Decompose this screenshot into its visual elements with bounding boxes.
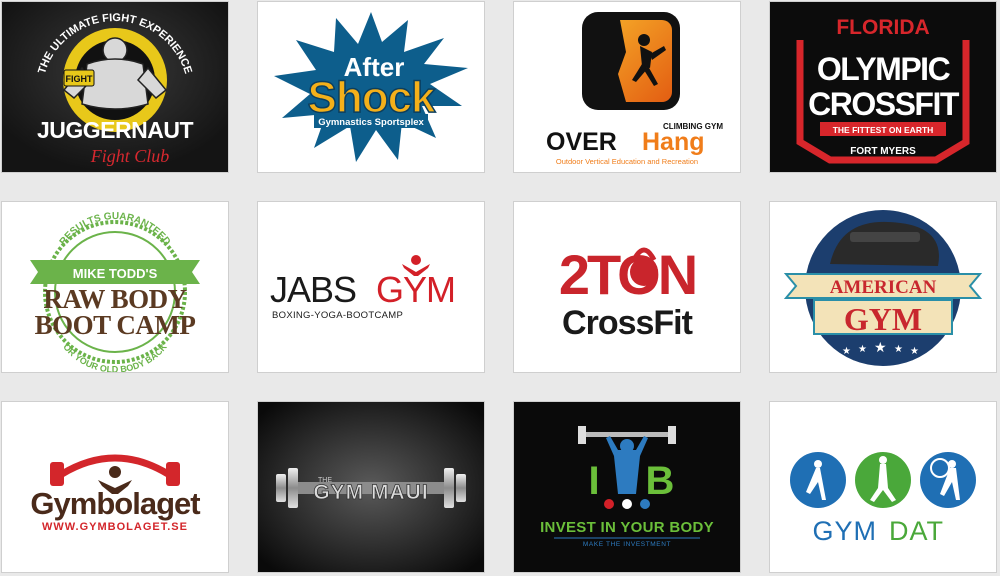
jabsgym-word-1: JABS (270, 269, 356, 310)
american-gym-word-1: AMERICAN (830, 277, 937, 298)
iyb-tagline: MAKE THE INVESTMENT (583, 541, 671, 548)
gym-maui-logo: THE GYM MAUI (258, 402, 484, 572)
iyb-logo: I B INVEST IN YOUR BODY MAKE THE INVESTM… (514, 402, 740, 572)
svg-text:★: ★ (858, 344, 867, 355)
gymbolaget-url: WWW.GYMBOLAGET.SE (42, 521, 188, 533)
juggernaut-badge: FIGHT (66, 74, 93, 84)
gymdat-word-2: DAT (889, 516, 944, 546)
logo-tile-2ton-crossfit[interactable]: 2TON CrossFit (513, 201, 741, 373)
iyb-letter-b: B (646, 459, 675, 503)
iyb-small-icons (604, 499, 650, 509)
jabsgym-tagline: BOXING-YOGA-BOOTCAMP (272, 310, 403, 321)
logo-tile-florida-olympic-crossfit[interactable]: FLORIDA OLYMPIC CROSSFIT THE FITTEST ON … (769, 1, 997, 173)
gymdat-logo: GYM DAT (770, 402, 996, 572)
crossfit-band: THE FITTEST ON EARTH (833, 125, 934, 135)
iyb-letter-i: I (588, 459, 599, 503)
logo-tile-gymbolaget[interactable]: Gymbolaget WWW.GYMBOLAGET.SE (1, 401, 229, 573)
svg-text:★: ★ (894, 344, 903, 355)
overhang-word-1: OVER (546, 128, 617, 156)
aftershock-tagline: Gymnastics Sportsplex (318, 117, 424, 128)
logo-tile-juggernaut[interactable]: THE ULTIMATE FIGHT EXPERIENCE FIGHT JUGG… (1, 1, 229, 173)
iyb-title: INVEST IN YOUR BODY (540, 519, 714, 536)
gymnast-circle-2 (855, 452, 911, 508)
gymnast-circle-1 (790, 452, 846, 508)
svg-text:★: ★ (874, 340, 887, 356)
logo-tile-invest-in-your-body[interactable]: I B INVEST IN YOUR BODY MAKE THE INVESTM… (513, 401, 741, 573)
rawbody-ribbon: MIKE TODD'S (73, 266, 158, 281)
gymbolaget-title: Gymbolaget (30, 486, 200, 521)
overhang-word-2: Hang (642, 128, 705, 156)
logo-tile-aftershock[interactable]: After Shock Gymnastics Sportsplex (257, 1, 485, 173)
american-gym-logo: AMERICAN GYM ★ ★ ★ ★ ★ (770, 202, 996, 372)
juggernaut-title: JUGGERNAUT (37, 117, 193, 143)
logo-tile-overhang[interactable]: CLIMBING GYM OVER Hang Outdoor Vertical … (513, 1, 741, 173)
olympic-crossfit-logo: FLORIDA OLYMPIC CROSSFIT THE FITTEST ON … (770, 2, 996, 172)
crossfit-line-2: CROSSFIT (808, 86, 960, 122)
rawbody-line-2: BOOT CAMP (35, 310, 196, 340)
overhang-logo: CLIMBING GYM OVER Hang Outdoor Vertical … (514, 2, 740, 172)
gymbolaget-logo: Gymbolaget WWW.GYMBOLAGET.SE (2, 402, 228, 572)
gymdat-word-1: GYM (812, 516, 877, 546)
2ton-logo: 2TON CrossFit (514, 202, 740, 372)
logo-tile-american-gym[interactable]: AMERICAN GYM ★ ★ ★ ★ ★ (769, 201, 997, 373)
svg-text:★: ★ (910, 346, 919, 357)
logo-tile-raw-body-boot-camp[interactable]: RESULTS GUARANTEED OR YOUR OLD BODY BACK… (1, 201, 229, 373)
raw-body-logo: RESULTS GUARANTEED OR YOUR OLD BODY BACK… (2, 202, 228, 372)
juggernaut-script: Fight Club (90, 146, 170, 166)
svg-text:★: ★ (842, 346, 851, 357)
2ton-line-1: 2TON (559, 243, 695, 306)
gymnast-circle-3 (920, 452, 976, 508)
jabsgym-logo: JABS GYM BOXING-YOGA-BOOTCAMP (258, 202, 484, 372)
overhang-tagline: Outdoor Vertical Education and Recreatio… (556, 157, 698, 166)
logo-tile-jabsgym[interactable]: JABS GYM BOXING-YOGA-BOOTCAMP (257, 201, 485, 373)
logo-tile-the-gym-maui[interactable]: THE GYM MAUI (257, 401, 485, 573)
crossfit-bottom: FORT MYERS (850, 146, 916, 157)
aftershock-logo: After Shock Gymnastics Sportsplex (258, 2, 484, 172)
logo-tile-gymdat[interactable]: GYM DAT (769, 401, 997, 573)
juggernaut-logo: THE ULTIMATE FIGHT EXPERIENCE FIGHT JUGG… (2, 2, 228, 172)
american-gym-word-2: GYM (844, 301, 922, 337)
gym-maui-title: GYM MAUI (313, 481, 428, 504)
crossfit-line-1: OLYMPIC (817, 51, 951, 87)
crossfit-top: FLORIDA (836, 16, 929, 39)
2ton-line-2: CrossFit (562, 304, 693, 342)
cliff-shape (590, 20, 626, 102)
